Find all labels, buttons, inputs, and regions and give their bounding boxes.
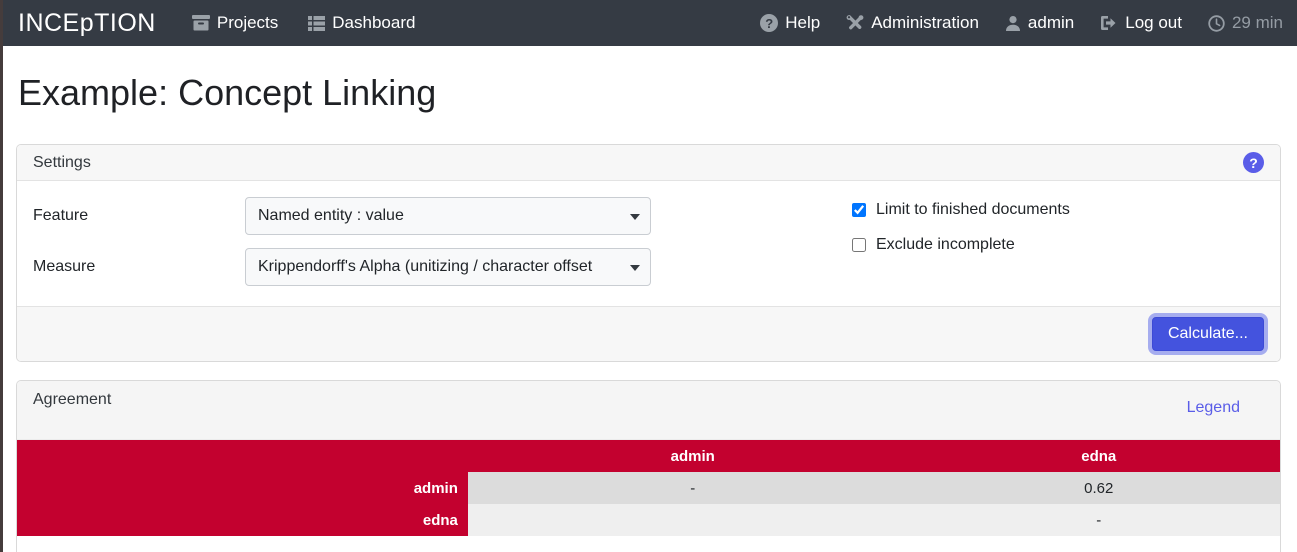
feature-select-value: Named entity : value [258, 207, 624, 225]
exclude-incomplete-checkbox[interactable] [852, 238, 866, 252]
row-header-admin: admin [17, 472, 468, 504]
calculate-button[interactable]: Calculate... [1152, 317, 1264, 351]
agreement-panel-header: Agreement Legend [17, 381, 1280, 440]
help-circle-icon[interactable]: ? [1243, 152, 1264, 173]
tools-icon [846, 15, 864, 31]
nav-help[interactable]: ? Help [760, 13, 820, 33]
cell-edna-admin [468, 504, 918, 536]
settings-panel-header: Settings ? [17, 145, 1280, 181]
agreement-title: Agreement [33, 391, 111, 409]
measure-select-value: Krippendorff's Alpha (unitizing / charac… [258, 258, 624, 276]
measure-select[interactable]: Krippendorff's Alpha (unitizing / charac… [245, 248, 651, 286]
nav-user-label: admin [1028, 13, 1074, 33]
app-logo[interactable]: INCEpTION [18, 9, 156, 38]
nav-administration-label: Administration [871, 13, 979, 33]
session-timer: 29 min [1208, 13, 1283, 33]
corner-cell [17, 440, 468, 472]
nav-administration[interactable]: Administration [846, 13, 979, 33]
chevron-down-icon [630, 214, 640, 220]
chevron-down-icon [630, 265, 640, 271]
nav-projects-label: Projects [217, 13, 278, 33]
navbar-right-group: ? Help Administration admin Log out 29 [760, 13, 1283, 33]
settings-body: Feature Named entity : value Measure Kri… [17, 181, 1280, 306]
measure-row: Measure Krippendorff's Alpha (unitizing … [33, 248, 683, 286]
agreement-table: admin edna admin - 0.62 edna - [17, 440, 1280, 536]
feature-select[interactable]: Named entity : value [245, 197, 651, 235]
settings-title: Settings [33, 154, 91, 172]
limit-finished-row: Limit to finished documents [852, 201, 1264, 219]
table-row: edna - [17, 504, 1280, 536]
column-header-admin: admin [468, 440, 918, 472]
cell-edna-edna: - [918, 504, 1280, 536]
nav-help-label: Help [785, 13, 820, 33]
cell-admin-admin: - [468, 472, 918, 504]
nav-logout[interactable]: Log out [1100, 13, 1182, 33]
clock-icon [1208, 15, 1225, 32]
session-timer-label: 29 min [1232, 13, 1283, 33]
agreement-panel: Agreement Legend admin edna admin - 0.62… [16, 380, 1281, 552]
nav-dashboard[interactable]: Dashboard [308, 13, 415, 33]
help-icon: ? [760, 14, 778, 32]
measure-label: Measure [33, 258, 245, 276]
logout-icon [1100, 15, 1118, 31]
settings-panel-footer: Calculate... [17, 306, 1280, 361]
exclude-incomplete-label[interactable]: Exclude incomplete [876, 236, 1015, 254]
limit-finished-label[interactable]: Limit to finished documents [876, 201, 1070, 219]
cell-admin-edna: 0.62 [918, 472, 1280, 504]
settings-checkbox-column: Limit to finished documents Exclude inco… [852, 197, 1264, 290]
user-icon [1005, 15, 1021, 31]
settings-form-column: Feature Named entity : value Measure Kri… [33, 197, 683, 290]
feature-row: Feature Named entity : value [33, 197, 683, 235]
archive-icon [192, 15, 210, 31]
agreement-table-header-row: admin edna [17, 440, 1280, 472]
navbar-left-group: Projects Dashboard [192, 13, 416, 33]
dashboard-icon [308, 16, 325, 31]
nav-user[interactable]: admin [1005, 13, 1074, 33]
nav-dashboard-label: Dashboard [332, 13, 415, 33]
top-navbar: INCEpTION Projects Dashboard ? Help Admi… [0, 0, 1297, 46]
settings-panel: Settings ? Feature Named entity : value … [16, 144, 1281, 362]
feature-label: Feature [33, 207, 245, 225]
limit-finished-checkbox[interactable] [852, 203, 866, 217]
nav-logout-label: Log out [1125, 13, 1182, 33]
table-row: admin - 0.62 [17, 472, 1280, 504]
column-header-edna: edna [918, 440, 1280, 472]
exclude-incomplete-row: Exclude incomplete [852, 236, 1264, 254]
page-title: Example: Concept Linking [18, 72, 1279, 114]
nav-projects[interactable]: Projects [192, 13, 278, 33]
legend-link[interactable]: Legend [1187, 399, 1240, 417]
row-header-edna: edna [17, 504, 468, 536]
